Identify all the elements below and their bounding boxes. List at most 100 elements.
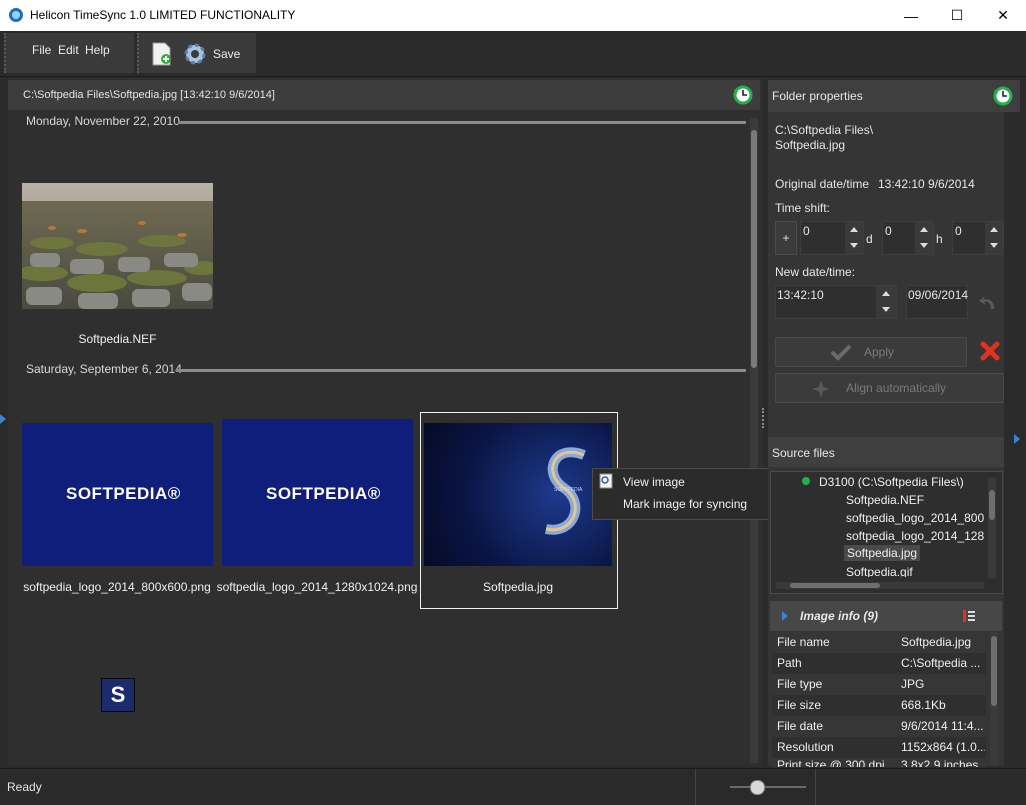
thumbnail-logo-1280[interactable]: SOFTPEDIA® xyxy=(222,419,413,566)
context-menu: View image Mark image for syncing xyxy=(592,468,782,520)
thumbnail-softpedia-jpg[interactable]: SOFTPEDIA xyxy=(424,423,612,566)
folder-properties-title: Folder properties xyxy=(772,89,863,103)
divider xyxy=(178,121,746,124)
cobblestone-photo xyxy=(16,183,220,309)
image-info-header[interactable]: Image info (9) xyxy=(770,601,1002,631)
expand-arrow-icon[interactable] xyxy=(0,414,6,424)
undo-icon[interactable] xyxy=(978,293,998,311)
sync-clock-icon[interactable] xyxy=(732,84,754,106)
current-path: C:\Softpedia Files\Softpedia.jpg [13:42:… xyxy=(23,89,275,101)
minimize-button[interactable]: — xyxy=(888,0,934,31)
new-datetime-label: New date/time: xyxy=(775,265,856,279)
apply-button[interactable]: Apply xyxy=(775,337,967,367)
toolbar: File Edit Help Save xyxy=(0,31,1026,77)
expand-arrow-icon[interactable] xyxy=(1014,434,1020,444)
tree-file-item[interactable]: Softpedia.gif xyxy=(846,565,913,577)
softpedia-s-artwork xyxy=(544,447,586,535)
folder-path-line1: C:\Softpedia Files\ xyxy=(775,123,874,137)
browser-scroll-thumb[interactable] xyxy=(751,130,757,368)
menu-file[interactable]: File xyxy=(32,43,51,57)
tree-file-item[interactable]: softpedia_logo_2014_1280x xyxy=(846,529,984,543)
days-unit: d xyxy=(866,232,873,246)
caption-logo-800: softpedia_logo_2014_800x600.png xyxy=(23,580,211,594)
tree-file-item-selected[interactable]: Softpedia.jpg xyxy=(844,545,921,561)
folder-path-line2: Softpedia.jpg xyxy=(775,138,846,152)
new-date-field[interactable]: 09/06/2014 xyxy=(906,285,968,319)
caption-softpedia-nef: Softpedia.NEF xyxy=(78,332,157,346)
info-row: File name Softpedia.jpg xyxy=(772,632,986,653)
divider xyxy=(815,769,816,805)
days-value: 0 xyxy=(803,224,810,238)
minutes-spinbox[interactable]: 0 xyxy=(952,221,1004,255)
new-time-spin-buttons[interactable] xyxy=(876,286,896,318)
expand-arrow-icon xyxy=(782,611,788,621)
list-options-icon[interactable] xyxy=(962,609,976,623)
status-text: Ready xyxy=(7,780,42,794)
group-date-2: Saturday, September 6, 2014 xyxy=(26,362,182,376)
new-time-spinbox[interactable]: 13:42:10 xyxy=(775,285,897,319)
original-datetime-value: 13:42:10 9/6/2014 xyxy=(878,177,975,191)
delete-x-icon[interactable] xyxy=(979,340,1001,362)
divider xyxy=(176,369,746,372)
apply-label: Apply xyxy=(864,345,895,359)
align-automatically-button[interactable]: Align automatically xyxy=(775,373,1004,403)
tree-file-item[interactable]: softpedia_logo_2014_800x6 xyxy=(846,511,984,525)
new-document-icon xyxy=(152,42,171,66)
minutes-spin-buttons[interactable] xyxy=(985,222,1003,254)
thumb-logo-text: SOFTPEDIA xyxy=(554,487,583,493)
thumbnail-logo-800[interactable]: SOFTPEDIA® xyxy=(22,423,213,566)
menu-edit[interactable]: Edit xyxy=(58,43,79,57)
window-title: Helicon TimeSync 1.0 LIMITED FUNCTIONALI… xyxy=(30,8,296,22)
sync-clock-icon[interactable] xyxy=(992,85,1014,107)
zoom-slider-thumb[interactable] xyxy=(749,780,765,795)
title-bar: Helicon TimeSync 1.0 LIMITED FUNCTIONALI… xyxy=(0,0,1026,31)
info-row: Print size @ 300 dpi 3.8x2.9 inches xyxy=(772,758,986,767)
days-spinbox[interactable]: 0 xyxy=(800,221,864,255)
softpedia-logo: SOFTPEDIA® xyxy=(266,484,381,503)
thumbnail-softpedia-nef[interactable] xyxy=(16,183,220,309)
new-document-button[interactable] xyxy=(151,42,173,66)
status-dot-icon xyxy=(802,477,810,485)
menu-bar: File Edit Help xyxy=(4,33,134,73)
hours-unit: h xyxy=(936,232,943,246)
info-row: File type JPG xyxy=(772,674,986,695)
menu-help[interactable]: Help xyxy=(85,43,110,57)
small-thumbnail[interactable]: S xyxy=(101,678,135,712)
check-icon xyxy=(830,344,852,361)
caption-logo-1280: softpedia_logo_2014_1280x1024.png xyxy=(216,580,418,594)
path-bar: C:\Softpedia Files\Softpedia.jpg [13:42:… xyxy=(8,80,760,110)
divider xyxy=(695,769,696,805)
time-shift-label: Time shift: xyxy=(775,201,830,215)
menu-mark-image[interactable]: Mark image for syncing xyxy=(623,497,747,511)
wand-icon xyxy=(812,380,830,398)
tree-file-item[interactable]: Softpedia.NEF xyxy=(846,493,924,507)
new-time-value: 13:42:10 xyxy=(777,288,824,302)
hours-spin-buttons[interactable] xyxy=(915,222,933,254)
save-button[interactable]: Save xyxy=(183,40,253,68)
hours-spinbox[interactable]: 0 xyxy=(882,221,934,255)
info-row: Resolution 1152x864 (1.0... xyxy=(772,737,986,758)
sign-toggle-button[interactable]: + xyxy=(775,221,797,255)
tool-band: Save xyxy=(137,33,256,73)
info-row: Path C:\Softpedia ... xyxy=(772,653,986,674)
tree-root-item[interactable]: D3100 (C:\Softpedia Files\) xyxy=(819,475,964,489)
app-icon xyxy=(9,8,23,22)
close-button[interactable]: ✕ xyxy=(980,0,1026,31)
tree-hscroll-thumb[interactable] xyxy=(790,583,880,588)
gear-icon xyxy=(184,43,206,65)
caption-softpedia-jpg: Softpedia.jpg xyxy=(482,580,554,594)
folder-properties-header: Folder properties xyxy=(768,80,1020,112)
zoom-slider-track[interactable] xyxy=(730,786,806,788)
new-date-value: 09/06/2014 xyxy=(908,288,969,302)
tree-scroll-thumb[interactable] xyxy=(989,490,995,520)
status-bar: Ready xyxy=(0,768,1026,805)
hours-value: 0 xyxy=(885,224,892,238)
maximize-button[interactable]: ☐ xyxy=(934,0,980,31)
days-spin-buttons[interactable] xyxy=(845,222,863,254)
align-label: Align automatically xyxy=(846,381,947,395)
menu-view-image[interactable]: View image xyxy=(623,475,685,489)
info-row: File size 668.1Kb xyxy=(772,695,986,716)
view-image-icon xyxy=(599,473,613,489)
info-scroll-thumb[interactable] xyxy=(991,636,997,706)
source-files-title: Source files xyxy=(772,446,835,460)
